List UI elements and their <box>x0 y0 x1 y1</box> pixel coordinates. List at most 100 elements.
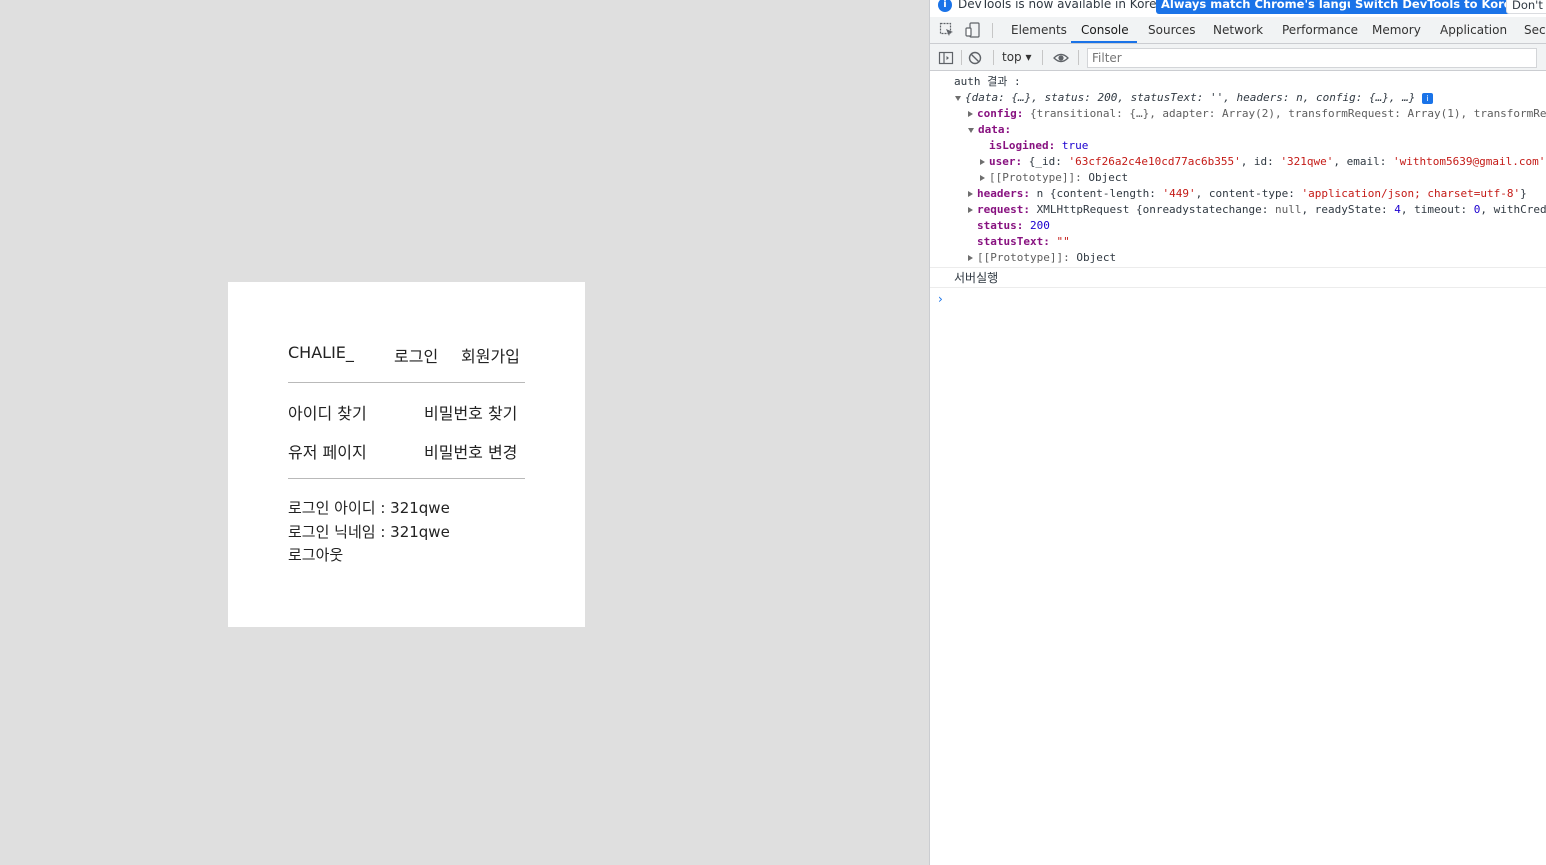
login-id-text: 로그인 아이디 : 321qwe <box>288 499 450 517</box>
property-key: data: <box>978 123 1012 136</box>
brand-logo[interactable]: CHALIE_ <box>288 343 354 362</box>
log-label: auth 결과 : <box>954 75 1021 88</box>
response-summary[interactable]: {data: {…}, status: 200, statusText: '',… <box>955 90 1433 106</box>
ready-state-value: 4 <box>1394 203 1401 216</box>
property-text: XMLHttpRequest {onreadystatechange: <box>1036 203 1276 216</box>
user-property[interactable]: user: {_id: '63cf26a2c4e10cd77ac6b355', … <box>980 154 1546 170</box>
islogined-property: isLogined: true <box>989 138 1088 154</box>
collapsed-triangle-icon <box>980 159 985 165</box>
tab-console[interactable]: Console <box>1081 23 1129 37</box>
tab-application[interactable]: Application <box>1440 23 1507 37</box>
collapsed-triangle-icon <box>980 175 985 181</box>
property-value: {transitional: {…}, adapter: Array(2), t… <box>1029 107 1546 120</box>
find-password-link[interactable]: 비밀번호 찾기 <box>424 400 517 424</box>
data-property[interactable]: data: <box>968 122 1011 138</box>
property-text: , withCrede <box>1480 203 1546 216</box>
auth-card: CHALIE_ 로그인 회원가입 아이디 찾기 비밀번호 찾기 유저 페이지 비… <box>228 282 585 627</box>
user-uid-value: '321qwe' <box>1280 155 1334 168</box>
message-divider <box>930 267 1546 268</box>
headers-property[interactable]: headers: n {content-length: '449', conte… <box>968 186 1527 202</box>
collapsed-triangle-icon <box>968 207 973 213</box>
request-property[interactable]: request: XMLHttpRequest {onreadystatecha… <box>968 202 1546 218</box>
property-key: request: <box>977 203 1030 216</box>
language-infobar: i DevTools is now available in Korean! A… <box>930 0 1546 14</box>
content-length-value: '449' <box>1162 187 1196 200</box>
property-text: } <box>1520 187 1527 200</box>
logout-link[interactable]: 로그아웃 <box>288 544 343 565</box>
collapsed-triangle-icon <box>968 191 973 197</box>
separator <box>993 50 994 65</box>
browser-viewport: CHALIE_ 로그인 회원가입 아이디 찾기 비밀번호 찾기 유저 페이지 비… <box>0 0 929 865</box>
console-toolbar: top ▾ <box>930 44 1546 71</box>
live-expression-eye-icon[interactable] <box>1053 50 1069 66</box>
server-log-message: 서버실행 <box>954 271 999 285</box>
statustext-property: statusText: "" <box>977 234 1070 250</box>
separator <box>1078 50 1079 65</box>
expand-triangle-icon <box>968 127 974 133</box>
user-page-link[interactable]: 유저 페이지 <box>288 439 367 463</box>
property-key: [[Prototype]]: <box>977 251 1070 264</box>
user-email-value: 'withtom5639@gmail.com' <box>1393 155 1546 168</box>
content-type-value: 'application/json; charset=utf-8' <box>1301 187 1521 200</box>
user-id-value: '63cf26a2c4e10cd77ac6b355' <box>1068 155 1241 168</box>
inspect-element-icon[interactable] <box>939 22 955 38</box>
property-key: statusText: <box>977 235 1050 248</box>
dont-show-again-button[interactable]: Don't s <box>1506 0 1546 14</box>
devtools-panel: i DevTools is now available in Korean! A… <box>929 0 1546 865</box>
property-value: Object <box>1088 171 1129 184</box>
login-nickname-text: 로그인 닉네임 : 321qwe <box>288 523 450 541</box>
property-value: Object <box>1076 251 1117 264</box>
device-toolbar-icon[interactable] <box>965 22 981 38</box>
divider <box>288 478 525 479</box>
info-badge-icon: i <box>1421 92 1433 104</box>
tab-network[interactable]: Network <box>1213 23 1263 37</box>
clear-console-icon[interactable] <box>967 50 983 66</box>
property-key: isLogined: <box>989 139 1056 152</box>
active-tab-indicator <box>1071 41 1137 43</box>
info-icon: i <box>938 0 952 12</box>
property-text: , content-type: <box>1195 187 1302 200</box>
context-selector[interactable]: top ▾ <box>1002 50 1032 64</box>
separator <box>992 23 993 38</box>
property-text: , id: <box>1240 155 1281 168</box>
message-divider <box>930 287 1546 288</box>
property-value: 200 <box>1029 219 1050 232</box>
tab-sources[interactable]: Sources <box>1148 23 1195 37</box>
property-key: status: <box>977 219 1024 232</box>
summary-text: {data: {…}, status: 200, statusText: '',… <box>965 91 1416 104</box>
property-text: , readyState: <box>1301 203 1395 216</box>
find-id-link[interactable]: 아이디 찾기 <box>288 400 367 424</box>
console-filter-input[interactable] <box>1087 48 1537 68</box>
config-property[interactable]: config: {transitional: {…}, adapter: Arr… <box>968 106 1546 122</box>
expand-triangle-icon <box>955 95 961 101</box>
separator <box>961 50 962 65</box>
console-prompt-icon[interactable]: › <box>938 292 943 306</box>
tab-elements[interactable]: Elements <box>1011 23 1067 37</box>
login-link[interactable]: 로그인 <box>394 343 438 367</box>
data-prototype[interactable]: [[Prototype]]: Object <box>980 170 1128 186</box>
property-key: [[Prototype]]: <box>989 171 1082 184</box>
collapsed-triangle-icon <box>968 111 973 117</box>
property-key: config: <box>977 107 1024 120</box>
property-value: "" <box>1056 235 1070 248</box>
property-text: , timeout: <box>1400 203 1474 216</box>
property-text: n {content-length: <box>1036 187 1163 200</box>
sidebar-toggle-icon[interactable] <box>938 50 954 66</box>
divider <box>288 382 525 383</box>
property-text: , email: <box>1333 155 1394 168</box>
tab-performance[interactable]: Performance <box>1282 23 1358 37</box>
null-value: null <box>1275 203 1302 216</box>
tab-security[interactable]: Secu <box>1524 23 1546 37</box>
separator <box>1042 50 1043 65</box>
signup-link[interactable]: 회원가입 <box>461 343 520 367</box>
devtools-tabbar: Elements Console Sources Network Perform… <box>930 17 1546 44</box>
infobar-message: DevTools is now available in Korean! <box>958 0 1177 11</box>
property-value: true <box>1061 139 1089 152</box>
status-property: status: 200 <box>977 218 1050 234</box>
property-text: {_id: <box>1028 155 1069 168</box>
response-prototype[interactable]: [[Prototype]]: Object <box>968 250 1116 266</box>
tab-memory[interactable]: Memory <box>1372 23 1421 37</box>
change-password-link[interactable]: 비밀번호 변경 <box>424 439 517 463</box>
collapsed-triangle-icon <box>968 255 973 261</box>
property-key: user: <box>989 155 1023 168</box>
